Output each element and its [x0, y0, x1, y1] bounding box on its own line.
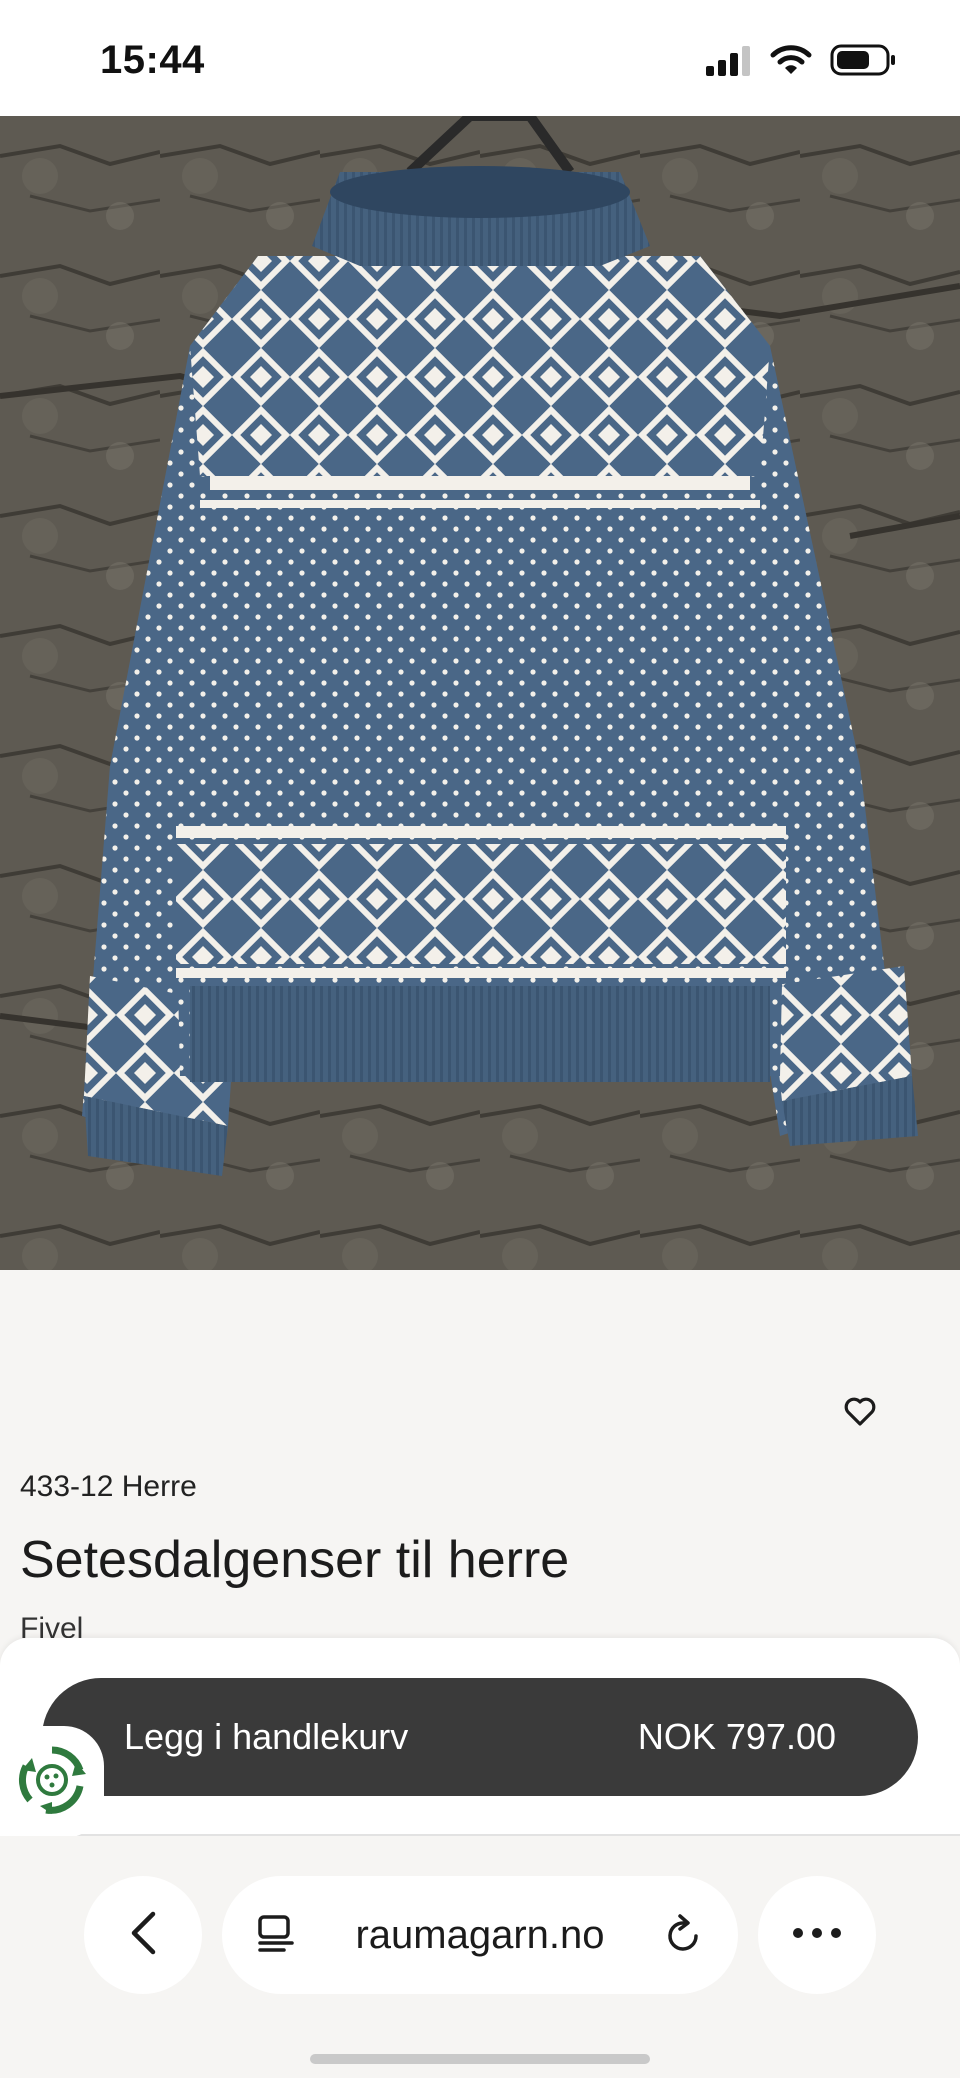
add-to-cart-button[interactable]: Legg i handlekurv NOK 797.00	[42, 1678, 918, 1796]
recycle-icon	[16, 1744, 88, 1821]
address-bar[interactable]: raumagarn.no	[222, 1876, 738, 1994]
chevron-left-icon	[128, 1910, 158, 1961]
product-sku: 433-12 Herre	[20, 1470, 197, 1503]
url-text: raumagarn.no	[355, 1912, 605, 1957]
favorite-button[interactable]	[842, 1396, 878, 1432]
back-button[interactable]	[84, 1876, 202, 1994]
cellular-signal-icon	[704, 44, 752, 81]
reader-mode-icon[interactable]	[256, 1913, 296, 1958]
eco-badge[interactable]	[0, 1726, 104, 1838]
more-icon	[792, 1926, 842, 1944]
reload-icon[interactable]	[664, 1912, 704, 1959]
product-image[interactable]	[0, 116, 960, 1270]
add-to-cart-label: Legg i handlekurv	[124, 1716, 409, 1757]
status-icons	[704, 44, 896, 81]
cart-panel: Legg i handlekurv NOK 797.00	[0, 1638, 960, 1836]
product-price: NOK 797.00	[637, 1716, 836, 1757]
status-bar: 15:44	[0, 0, 960, 116]
status-time: 15:44	[100, 38, 205, 82]
product-brand[interactable]: Fivel	[20, 1612, 83, 1638]
browser-toolbar: raumagarn.no	[0, 1836, 960, 2078]
home-indicator[interactable]	[310, 2054, 650, 2064]
heart-icon	[844, 1397, 876, 1432]
wifi-icon	[770, 44, 812, 81]
product-title: Setesdalgenser til herre	[20, 1531, 570, 1589]
battery-icon	[830, 44, 896, 81]
more-button[interactable]	[758, 1876, 876, 1994]
